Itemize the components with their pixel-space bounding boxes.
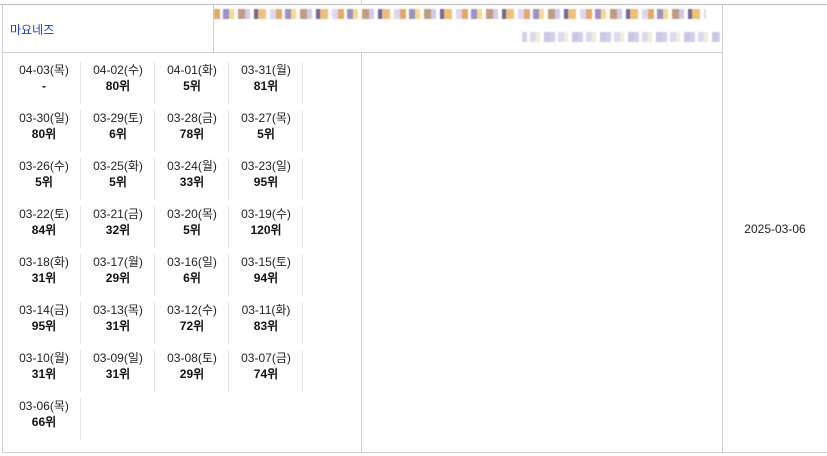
rank-day-value: 95위: [253, 175, 279, 189]
rank-day-cell: 03-28(금) 78위: [156, 110, 229, 152]
rank-day-value: 33위: [179, 175, 205, 189]
rank-day-date: 03-28(금): [167, 111, 217, 125]
rank-day-date: 04-03(목): [19, 63, 69, 77]
rank-day-value: 5위: [183, 223, 201, 237]
rank-day-value: 84위: [31, 223, 57, 237]
rank-day-cell: 03-23(일) 95위: [230, 158, 303, 200]
product-name-link[interactable]: 마요네즈: [10, 21, 54, 38]
rank-day-cell: 03-29(토) 6위: [82, 110, 155, 152]
rank-day-value: 32위: [105, 223, 131, 237]
rank-day-cell: 03-09(일) 31위: [82, 350, 155, 392]
rank-day-value: 81위: [253, 79, 279, 93]
rank-day-date: 03-17(월): [93, 255, 143, 269]
rank-day-value: 31위: [31, 271, 57, 285]
rank-day-value: 29위: [179, 367, 205, 381]
rank-day-cell: 03-13(목) 31위: [82, 302, 155, 344]
rank-day-cell: 03-25(화) 5위: [82, 158, 155, 200]
rank-day-date: 03-18(화): [19, 255, 69, 269]
rank-day-value: 5위: [35, 175, 53, 189]
rank-day-date: 04-02(수): [93, 63, 143, 77]
rank-day-cell: 03-27(목) 5위: [230, 110, 303, 152]
rank-day-cell: 03-06(목) 66위: [8, 398, 81, 440]
rank-day-value: 31위: [105, 319, 131, 333]
rank-day-cell: 03-07(금) 74위: [230, 350, 303, 392]
rank-day-value: 31위: [31, 367, 57, 381]
rank-day-date: 03-11(화): [241, 303, 291, 317]
rank-day-date: 03-24(월): [167, 159, 217, 173]
rank-day-value: 78위: [179, 127, 205, 141]
registered-date: 2025-03-06: [744, 222, 806, 236]
rank-day-cell: 03-18(화) 31위: [8, 254, 81, 296]
rank-day-cell: 03-12(수) 72위: [156, 302, 229, 344]
rank-day-value: 29위: [105, 271, 131, 285]
rank-day-cell: 03-08(토) 29위: [156, 350, 229, 392]
rank-day-date: 03-21(금): [93, 207, 143, 221]
rank-day-cell: 04-01(화) 5위: [156, 62, 229, 104]
rank-day-cell: 03-22(토) 84위: [8, 206, 81, 248]
rank-day-date: 03-27(목): [241, 111, 291, 125]
rank-day-date: 03-10(월): [19, 351, 69, 365]
rank-day-date: 03-07(금): [241, 351, 291, 365]
rank-day-value: 72위: [179, 319, 205, 333]
rank-day-cell: 04-03(목) -: [8, 62, 81, 104]
rank-day-cell: 03-15(토) 94위: [230, 254, 303, 296]
rank-day-cell: 03-10(월) 31위: [8, 350, 81, 392]
rank-day-date: 03-25(화): [93, 159, 143, 173]
rank-day-date: 03-31(월): [241, 63, 291, 77]
rank-day-date: 03-12(수): [167, 303, 217, 317]
rank-day-value: 31위: [105, 367, 131, 381]
rank-day-value: 94위: [253, 271, 279, 285]
rank-day-date: 03-13(목): [93, 303, 143, 317]
rank-day-date: 04-01(화): [167, 63, 217, 77]
rank-day-date: 03-23(일): [241, 159, 291, 173]
rank-day-value: 80위: [105, 79, 131, 93]
rank-day-value: 6위: [109, 127, 127, 141]
rank-day-value: -: [42, 79, 46, 93]
rank-day-value: 80위: [31, 127, 57, 141]
rank-day-value: 5위: [183, 79, 201, 93]
rank-day-value: 6위: [183, 271, 201, 285]
rank-day-date: 03-16(일): [167, 255, 217, 269]
rank-day-date: 03-09(일): [93, 351, 143, 365]
rank-day-date: 03-06(목): [19, 399, 69, 413]
rank-day-cell: 03-31(월) 81위: [230, 62, 303, 104]
rank-day-date: 03-26(수): [19, 159, 69, 173]
rank-day-cell: 03-19(수) 120위: [230, 206, 303, 248]
rank-panel-divider: [361, 53, 362, 452]
column-divider-top: [361, 0, 362, 4]
rank-day-date: 03-15(토): [241, 255, 291, 269]
rank-day-cell: 04-02(수) 80위: [82, 62, 155, 104]
rank-day-cell: 03-14(금) 95위: [8, 302, 81, 344]
rank-day-value: 83위: [253, 319, 279, 333]
rank-day-cell: 03-11(화) 83위: [230, 302, 303, 344]
blurred-product-title-line2: [522, 32, 720, 42]
rank-day-date: 03-22(토): [19, 207, 69, 221]
rank-day-cell: 03-30(일) 80위: [8, 110, 81, 152]
rank-day-cell: 03-24(월) 33위: [156, 158, 229, 200]
rank-day-date: 03-19(수): [241, 207, 291, 221]
rank-day-cell: 03-20(목) 5위: [156, 206, 229, 248]
rank-day-cell: 03-16(일) 6위: [156, 254, 229, 296]
rank-day-value: 95위: [31, 319, 57, 333]
rank-day-cell: 03-17(월) 29위: [82, 254, 155, 296]
rank-day-date: 03-20(목): [167, 207, 217, 221]
rank-day-value: 66위: [31, 415, 57, 429]
rank-day-cell: 03-26(수) 5위: [8, 158, 81, 200]
rank-day-cell: 03-21(금) 32위: [82, 206, 155, 248]
rank-day-date: 03-08(토): [167, 351, 217, 365]
rank-day-date: 03-14(금): [19, 303, 69, 317]
rank-day-date: 03-30(일): [19, 111, 69, 125]
blurred-product-title: [214, 9, 706, 19]
rank-day-value: 74위: [253, 367, 279, 381]
rank-day-value: 5위: [257, 127, 275, 141]
rank-day-value: 5위: [109, 175, 127, 189]
rank-day-date: 03-29(토): [93, 111, 143, 125]
rank-day-value: 120위: [250, 223, 282, 237]
